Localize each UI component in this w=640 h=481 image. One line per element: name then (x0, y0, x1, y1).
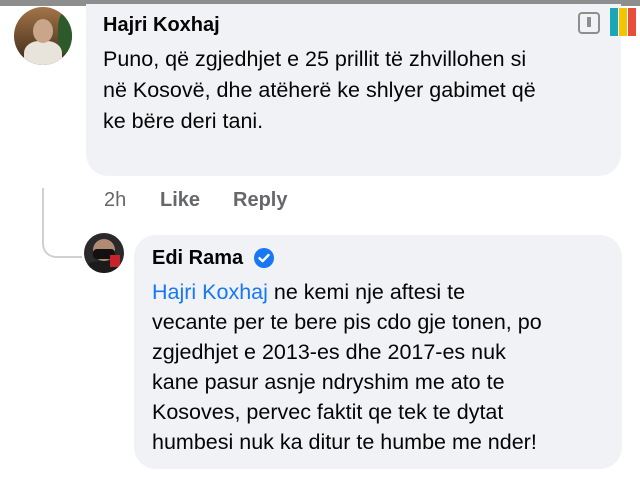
comment-line: ke bëre deri tani. (103, 109, 264, 133)
app-badge-icon (610, 8, 636, 36)
reply-line: humbesi nuk ka ditur te humbe me nder! (152, 430, 537, 454)
reply-line: zgjedhjet e 2013-es dhe 2017-es nuk (152, 340, 506, 364)
like-button[interactable]: Like (160, 189, 200, 212)
verified-badge-icon (254, 248, 274, 268)
comment-text: Puno, që zgjedhjet e 25 prillit të zhvil… (103, 44, 536, 137)
share-icon[interactable] (578, 12, 600, 34)
reply-line: Hajri Koxhaj ne kemi nje aftesi te (152, 277, 542, 307)
reply-text: Hajri Koxhaj ne kemi nje aftesi te vecan… (152, 277, 542, 457)
comment-timestamp[interactable]: 2h (104, 189, 126, 212)
thread-connector (42, 188, 82, 258)
reply-line: vecante per te bere pis cdo gje tonen, p… (152, 310, 542, 334)
reply-line: kane pasur asnje ndryshim me ato te (152, 370, 505, 394)
avatar-accent (110, 255, 120, 267)
comment-line: Puno, që zgjedhjet e 25 prillit të zhvil… (103, 47, 527, 71)
avatar-edi-rama[interactable] (84, 233, 124, 273)
comment-line: në Kosovë, dhe atëherë ke shlyer gabimet… (103, 78, 536, 102)
avatar-head (33, 19, 53, 43)
mention-link[interactable]: Hajri Koxhaj (152, 280, 268, 304)
reply-line-rest: ne kemi nje aftesi te (267, 280, 466, 304)
reply-author[interactable]: Edi Rama (152, 247, 243, 270)
reply-line: Kosoves, pervec faktit qe tek te dytat (152, 400, 504, 424)
avatar-hajri-koxhaj[interactable] (14, 7, 72, 65)
comment-author[interactable]: Hajri Koxhaj (103, 14, 220, 37)
reply-button[interactable]: Reply (233, 189, 287, 212)
avatar-shirt (24, 41, 62, 65)
